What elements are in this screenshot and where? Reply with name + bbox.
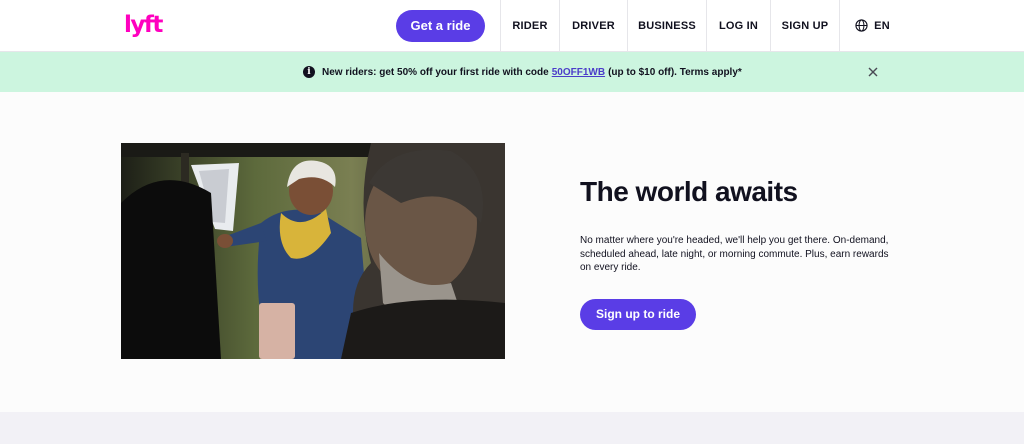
hero-scene-illustration (121, 143, 505, 359)
language-selector[interactable]: EN (839, 0, 905, 51)
hero-image (121, 143, 505, 359)
sign-up-to-ride-button[interactable]: Sign up to ride (580, 299, 696, 330)
lyft-logo[interactable]: lyft (124, 13, 163, 39)
promo-code-link[interactable]: 50OFF1WB (552, 67, 605, 78)
nav-driver[interactable]: DRIVER (559, 0, 627, 51)
nav-sign-up[interactable]: SIGN UP (770, 0, 839, 51)
hero-title: The world awaits (580, 176, 798, 207)
promo-message: i New riders: get 50% off your first rid… (303, 65, 742, 79)
hero-description: No matter where you're headed, we'll hel… (580, 235, 889, 273)
nav-rider-label: RIDER (512, 19, 548, 32)
globe-icon (855, 19, 868, 32)
close-icon[interactable] (866, 65, 880, 79)
nav-driver-label: DRIVER (572, 19, 615, 32)
nav-log-in[interactable]: LOG IN (706, 0, 770, 51)
nav-business-label: BUSINESS (638, 19, 696, 32)
info-icon: i (303, 66, 315, 78)
promo-text-after: (up to $10 off). Terms apply* (608, 66, 742, 78)
language-label: EN (874, 19, 890, 32)
nav-business[interactable]: BUSINESS (627, 0, 706, 51)
nav-log-in-label: LOG IN (718, 19, 759, 32)
nav-rider[interactable]: RIDER (500, 0, 559, 51)
promo-banner: i New riders: get 50% off your first rid… (0, 52, 1024, 92)
get-a-ride-button[interactable]: Get a ride (396, 10, 485, 42)
nav-sign-up-label: SIGN UP (781, 19, 829, 32)
promo-text-before: New riders: get 50% off your first ride … (322, 66, 549, 78)
next-section-band (0, 412, 1024, 444)
main-nav: RIDER DRIVER BUSINESS LOG IN SIGN UP EN (500, 0, 905, 51)
site-header: lyft Get a ride RIDER DRIVER BUSINESS LO… (0, 0, 1024, 52)
